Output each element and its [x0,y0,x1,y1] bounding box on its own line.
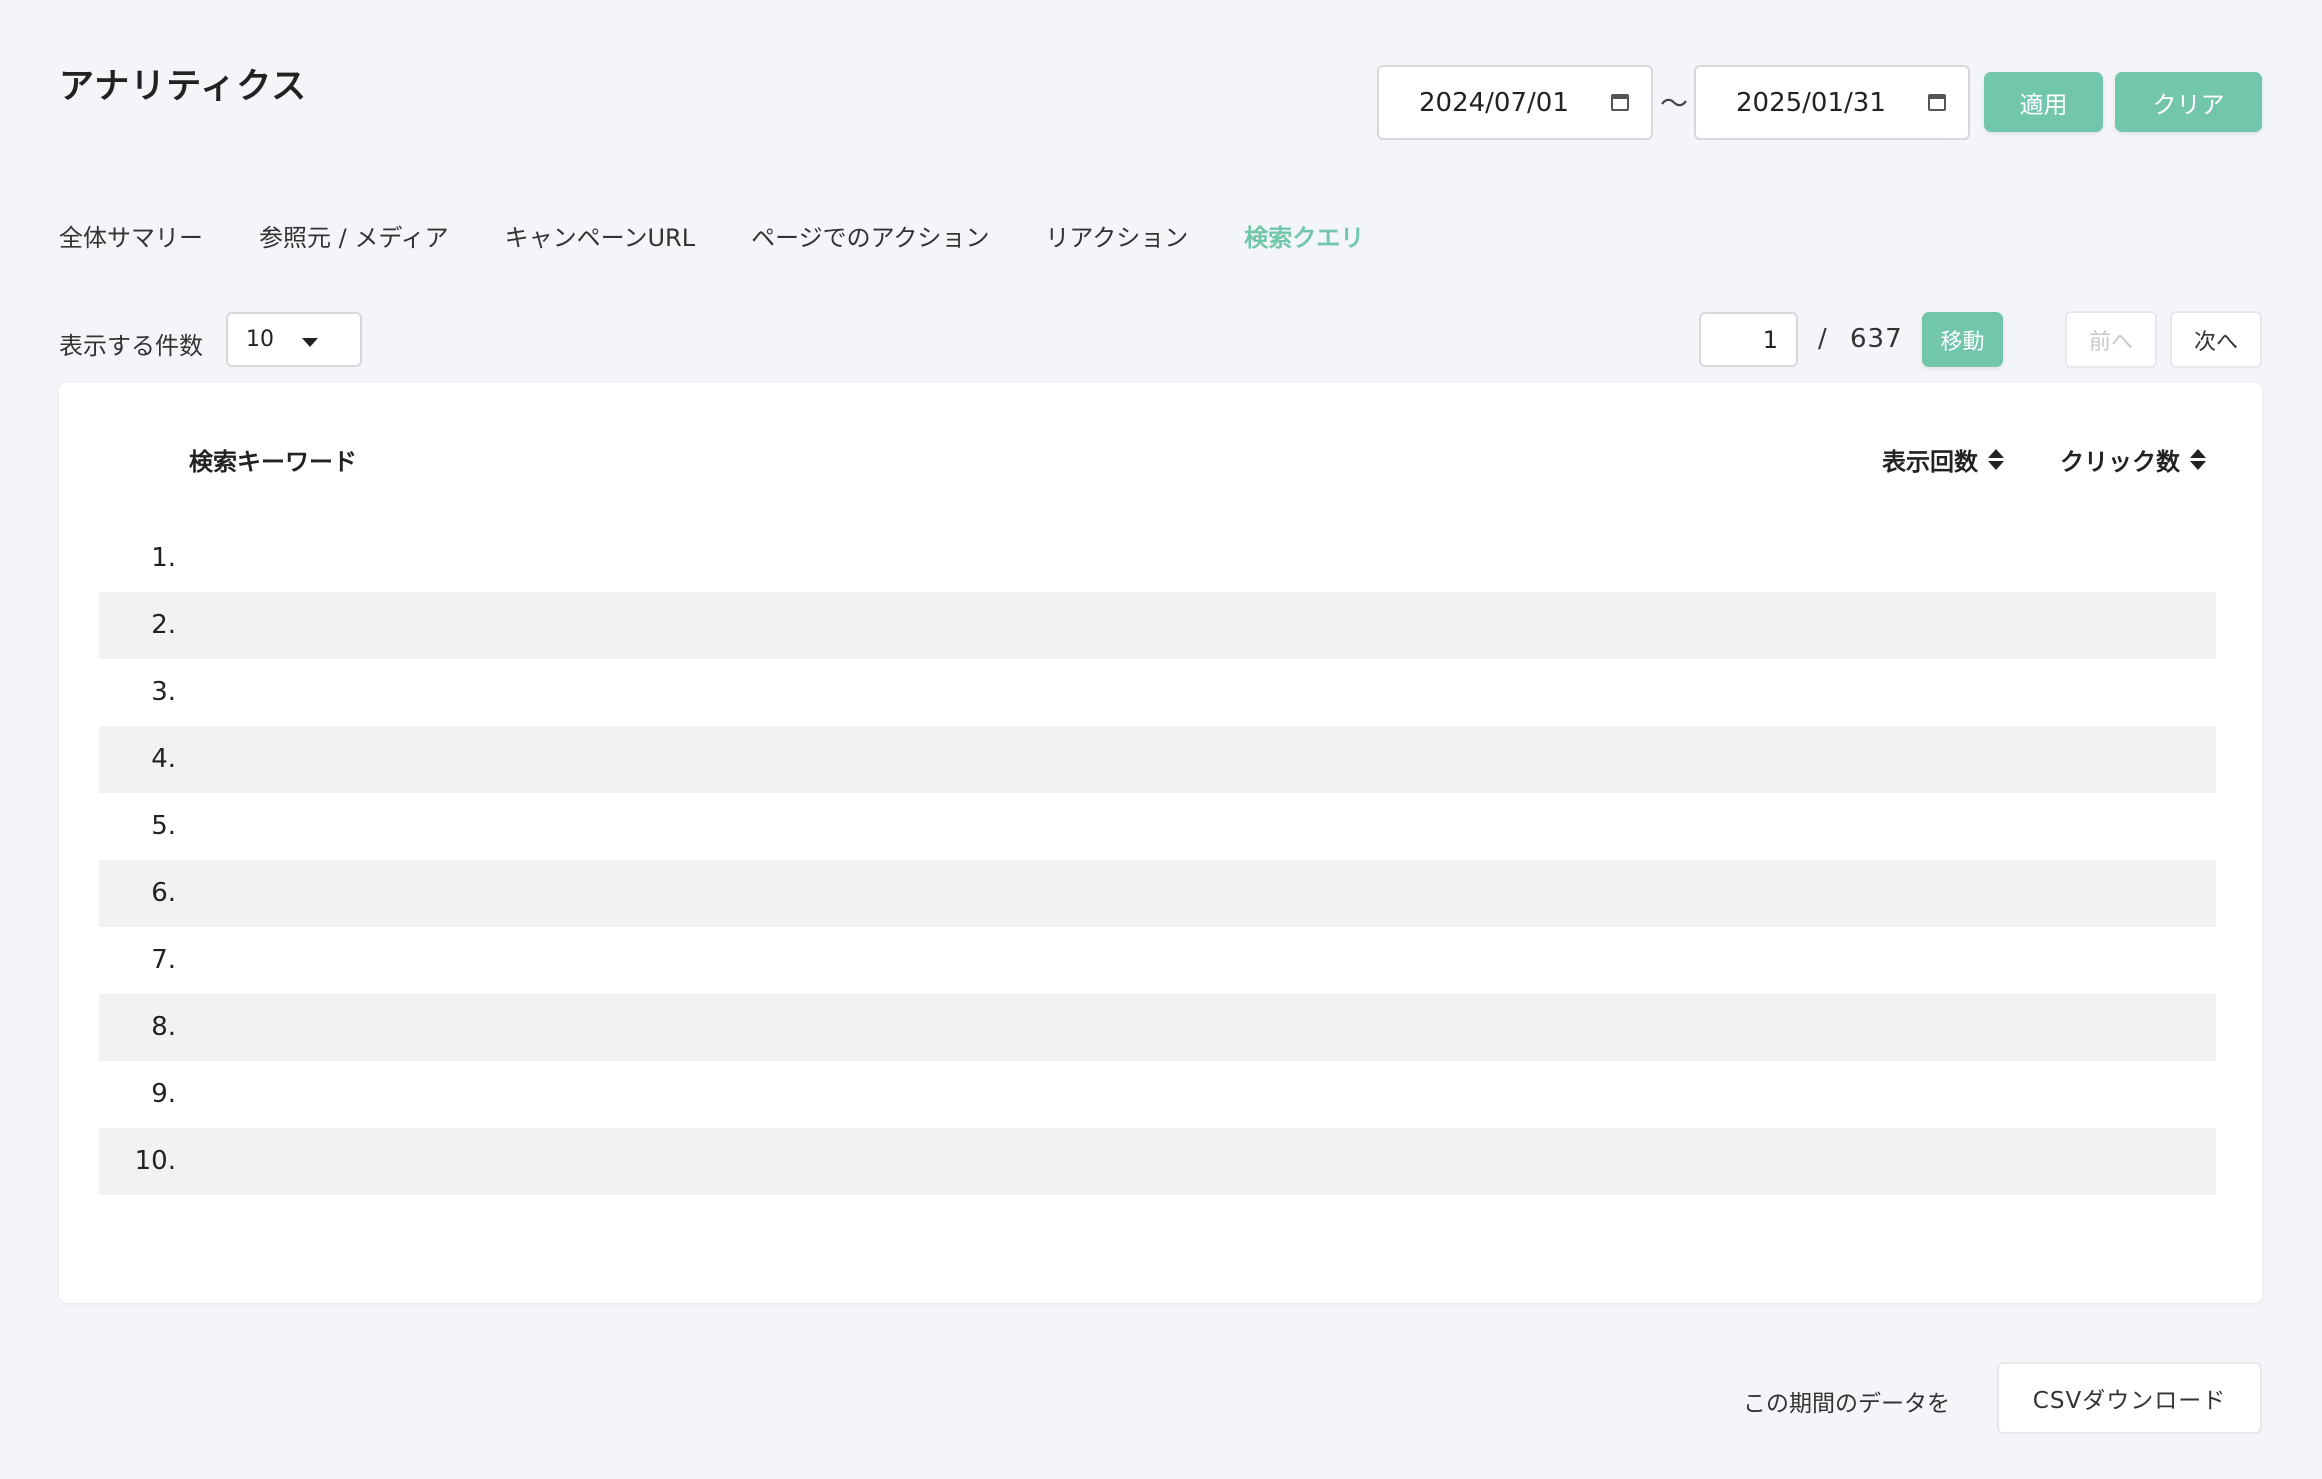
row-number: 3. [151,677,176,707]
total-pages: 637 [1850,324,1903,354]
tab-page-actions[interactable]: ページでのアクション [751,218,989,253]
row-number: 6. [151,878,176,908]
analytics-page: アナリティクス 2024/07/01 〜 2025/01/31 適用 クリア 全… [0,0,2322,1479]
search-query-table: 検索キーワード 表示回数 クリック数 1. 2. 3. 4. 5. 6. 7. … [59,383,2262,1303]
date-from-input[interactable]: 2024/07/01 [1377,65,1653,140]
column-header-keyword: 検索キーワード [189,448,357,476]
next-button[interactable]: 次へ [2170,311,2262,368]
page-title: アナリティクス [59,67,308,107]
row-number: 1. [151,543,176,573]
row-number: 7. [151,945,176,975]
column-header-clicks[interactable]: クリック数 [2060,442,2206,477]
calendar-icon[interactable] [1611,94,1629,111]
table-row: 10. [99,1128,2216,1195]
tab-referrer-media[interactable]: 参照元 / メディア [259,218,449,253]
date-from-value: 2024/07/01 [1419,87,1569,118]
csv-period-text: この期間のデータを [1743,1391,1950,1417]
tab-search-queries[interactable]: 検索クエリ [1244,218,1364,253]
date-to-input[interactable]: 2025/01/31 [1694,65,1970,140]
csv-download-button[interactable]: CSVダウンロード [1997,1362,2262,1434]
column-header-impressions-label: 表示回数 [1882,448,1978,476]
table-row: 1. [99,525,2216,592]
row-number: 5. [151,811,176,841]
column-header-impressions[interactable]: 表示回数 [1882,442,2004,477]
date-range-separator: 〜 [1660,87,1689,120]
prev-button[interactable]: 前へ [2065,311,2157,368]
tab-summary[interactable]: 全体サマリー [59,218,203,253]
sort-icon[interactable] [2190,449,2206,470]
per-page-value: 10 [246,327,274,352]
row-number: 2. [151,610,176,640]
table-row: 7. [99,927,2216,994]
go-button[interactable]: 移動 [1922,312,2003,367]
caret-down-icon [302,338,318,347]
clear-button[interactable]: クリア [2115,72,2262,132]
tab-campaign-url[interactable]: キャンペーンURL [505,218,695,253]
page-number-input[interactable]: 1 [1699,312,1798,367]
table-row: 8. [99,994,2216,1061]
table-row: 3. [99,659,2216,726]
column-header-clicks-label: クリック数 [2060,448,2180,476]
date-to-value: 2025/01/31 [1736,87,1886,118]
table-row: 2. [99,592,2216,659]
row-number: 9. [151,1079,176,1109]
calendar-icon[interactable] [1928,94,1946,111]
apply-button[interactable]: 適用 [1984,72,2103,132]
sort-icon[interactable] [1988,449,2004,470]
per-page-select[interactable]: 10 [226,312,362,367]
table-row: 6. [99,860,2216,927]
table-row: 4. [99,726,2216,793]
per-page-label: 表示する件数 [59,332,203,360]
table-row: 5. [99,793,2216,860]
row-number: 4. [151,744,176,774]
analytics-tabs: 全体サマリー 参照元 / メディア キャンペーンURL ページでのアクション リ… [59,218,1420,253]
tab-reactions[interactable]: リアクション [1045,218,1188,253]
row-number: 10. [134,1146,176,1176]
page-separator: / [1818,324,1827,354]
table-row: 9. [99,1061,2216,1128]
row-number: 8. [151,1012,176,1042]
